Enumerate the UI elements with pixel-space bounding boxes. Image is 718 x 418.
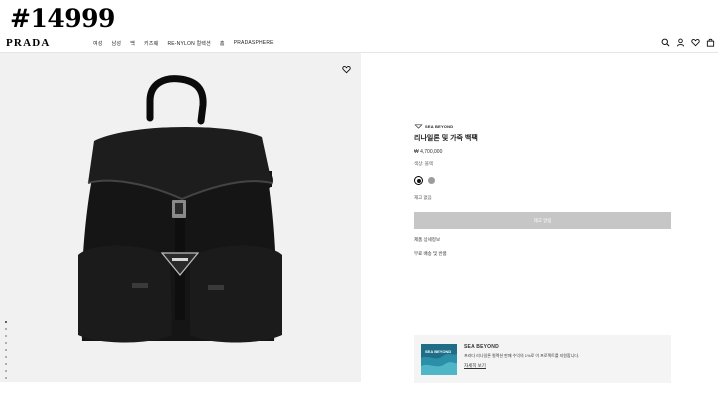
sea-beyond-promo: SEA BEYOND SEA BEYOND 프라다 리나일론 컬렉션 판매 수익… xyxy=(414,335,671,383)
promo-learn-more-link[interactable]: 자세히 보기 xyxy=(464,363,486,369)
product-image-gallery[interactable] xyxy=(0,53,361,382)
nav-item-women[interactable]: 여성 xyxy=(93,40,103,47)
account-icon[interactable] xyxy=(676,38,685,47)
notify-stock-button[interactable]: 재고 알림 xyxy=(414,212,671,229)
backpack-product-image xyxy=(78,75,282,343)
site-header: PRADA 여성 남성 백 키즈웨 RE-NYLON 컬렉션 홈 PRADASP… xyxy=(0,36,718,53)
gallery-dot[interactable] xyxy=(5,328,7,330)
color-swatches xyxy=(414,176,435,185)
triangle-logo-icon xyxy=(414,124,423,129)
gallery-dot[interactable] xyxy=(5,356,7,358)
product-title: 리나일론 및 가죽 백팩 xyxy=(414,135,478,142)
stock-status: 재고 없음 xyxy=(414,195,432,200)
nav-item-men[interactable]: 남성 xyxy=(112,40,122,47)
promo-description: 프라다 리나일론 컬렉션 판매 수익의 1%로 이 프로젝트를 지원합니다. xyxy=(464,353,580,358)
header-tools xyxy=(661,38,715,47)
add-to-wishlist-heart-icon[interactable] xyxy=(342,61,351,74)
gallery-dot[interactable] xyxy=(5,335,7,337)
color-swatch-black[interactable] xyxy=(414,176,423,185)
gallery-dot[interactable] xyxy=(5,321,7,323)
product-info: SEA BEYOND 리나일론 및 가죽 백팩 ₩ 4,700,000 색상: … xyxy=(414,124,671,256)
main-nav: 여성 남성 백 키즈웨 RE-NYLON 컬렉션 홈 PRADASPHERE xyxy=(93,40,274,47)
gallery-dot[interactable] xyxy=(5,342,7,344)
nav-item-re-nylon[interactable]: RE-NYLON 컬렉션 xyxy=(167,40,210,47)
nav-item-pradasphere[interactable]: PRADASPHERE xyxy=(234,40,274,47)
overlay-id-label: #14999 xyxy=(10,4,115,33)
promo-title: SEA BEYOND xyxy=(464,344,499,350)
gallery-dot[interactable] xyxy=(5,377,7,379)
collection-name: SEA BEYOND xyxy=(425,124,454,129)
wishlist-icon[interactable] xyxy=(691,38,700,47)
product-price: ₩ 4,700,000 xyxy=(414,149,443,155)
search-icon[interactable] xyxy=(661,38,670,47)
color-swatch-grey[interactable] xyxy=(428,177,435,184)
nav-item-home[interactable]: 홈 xyxy=(220,40,225,47)
prada-logo[interactable]: PRADA xyxy=(6,37,51,49)
sea-beyond-logo-text: SEA BEYOND xyxy=(425,349,451,354)
bag-icon[interactable] xyxy=(706,38,715,47)
color-label: 색상: 블랙 xyxy=(414,161,434,166)
nav-item-bags[interactable]: 백 xyxy=(130,40,135,47)
nav-item-kids[interactable]: 키즈웨 xyxy=(144,40,158,47)
gallery-pagination xyxy=(5,321,7,382)
collection-badge: SEA BEYOND xyxy=(414,124,671,129)
product-details-link[interactable]: 제품 상세정보 xyxy=(414,237,440,243)
gallery-dot[interactable] xyxy=(5,349,7,351)
gallery-dot[interactable] xyxy=(5,363,7,365)
gallery-dot[interactable] xyxy=(5,370,7,372)
sea-beyond-image: SEA BEYOND xyxy=(421,344,457,375)
shipping-returns-link[interactable]: 무료 배송 및 반품 xyxy=(414,251,447,257)
